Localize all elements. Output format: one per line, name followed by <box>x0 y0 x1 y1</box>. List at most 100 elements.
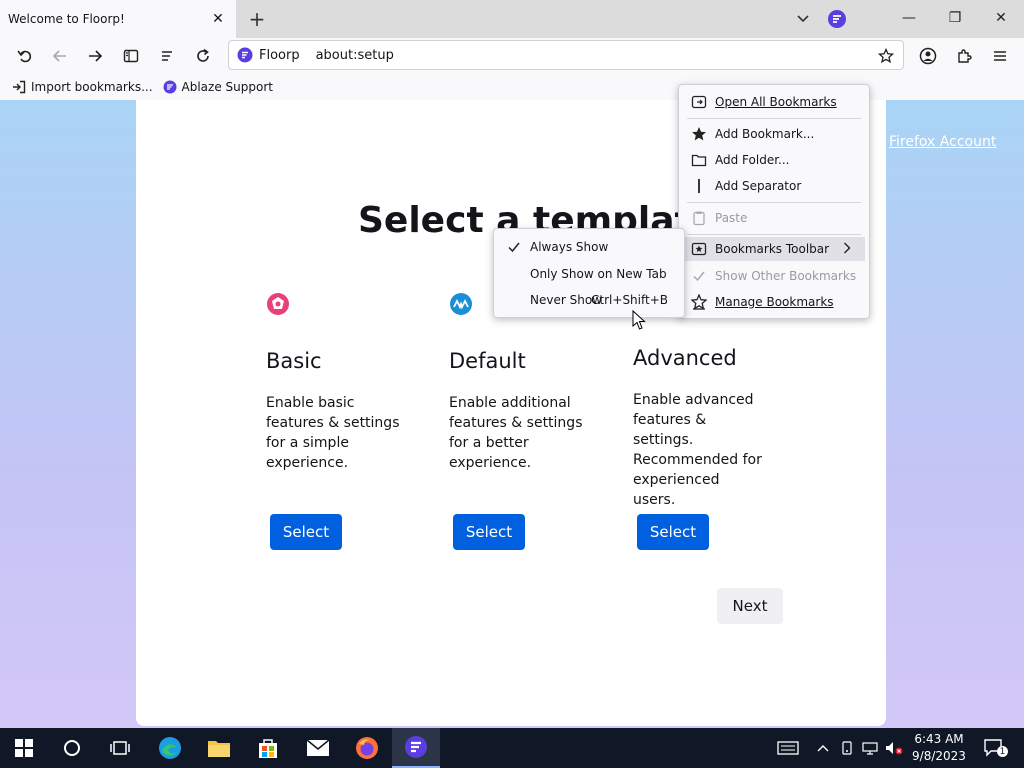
menu-item-label: Add Bookmark... <box>715 127 815 141</box>
menu-open-all-bookmarks[interactable]: Open All Bookmarks <box>683 90 865 114</box>
notification-count-badge: 1 <box>997 746 1008 757</box>
device-tray[interactable] <box>838 728 856 768</box>
menu-manage-bookmarks[interactable]: Manage Bookmarks <box>683 290 865 314</box>
menu-add-separator[interactable]: Add Separator <box>683 174 865 198</box>
menu-hamburger-icon[interactable] <box>985 41 1015 71</box>
menu-item-label: Bookmarks Toolbar <box>715 242 830 256</box>
submenu-never-show[interactable]: Never Show Ctrl+Shift+B <box>498 288 680 312</box>
floorp-app[interactable] <box>392 728 440 768</box>
menu-item-label: Add Separator <box>715 179 802 193</box>
clock-date: 9/8/2023 <box>912 749 966 763</box>
chevron-right-icon <box>843 242 851 257</box>
menu-paste: Paste <box>683 206 865 230</box>
bookmarks-toolbar-icon <box>691 241 707 257</box>
open-all-icon <box>691 94 707 110</box>
cortana-circle-icon <box>64 740 80 756</box>
next-button[interactable]: Next <box>717 588 783 624</box>
show-hidden-icons[interactable] <box>814 728 832 768</box>
check-icon <box>691 268 707 284</box>
tree-style-tab-icon[interactable] <box>152 41 182 71</box>
submenu-always-show[interactable]: Always Show <box>498 235 680 259</box>
edge-app[interactable] <box>146 728 194 768</box>
bookmarks-toolbar: Import bookmarks... Ablaze Support <box>0 74 1024 100</box>
template-default: Default Enable additional features & set… <box>449 292 599 473</box>
tab-title: Welcome to Floorp! <box>8 12 125 26</box>
bookmarks-menu: Open All Bookmarks Add Bookmark... Add F… <box>678 84 870 319</box>
default-template-icon <box>450 293 472 315</box>
extensions-icon[interactable] <box>949 41 979 71</box>
list-all-tabs-icon[interactable] <box>792 8 814 30</box>
task-view-button[interactable] <box>96 728 144 768</box>
restore-button[interactable]: ❐ <box>932 0 978 36</box>
url-bar[interactable]: Floorp about:setup <box>228 40 904 70</box>
menu-item-label: Show Other Bookmarks <box>715 269 857 283</box>
tab-welcome[interactable]: Welcome to Floorp! ✕ <box>0 0 236 38</box>
tab-strip: Welcome to Floorp! ✕ + — ❐ ✕ <box>0 0 1024 38</box>
bookmark-import[interactable]: Import bookmarks... <box>12 80 153 94</box>
start-button[interactable] <box>0 728 48 768</box>
menu-item-label: Manage Bookmarks <box>715 295 834 309</box>
floorp-logo-icon[interactable] <box>827 9 847 29</box>
select-basic-button[interactable]: Select <box>270 514 342 550</box>
volume-tray[interactable] <box>884 728 904 768</box>
forward-icon[interactable] <box>80 41 110 71</box>
account-icon[interactable] <box>913 41 943 71</box>
windows-logo-icon <box>15 739 33 757</box>
reload-icon[interactable] <box>188 41 218 71</box>
menu-separator <box>687 118 861 119</box>
back-icon[interactable] <box>45 41 75 71</box>
bookmark-ablaze-support[interactable]: Ablaze Support <box>163 80 273 94</box>
submenu-only-new-tab[interactable]: Only Show on New Tab <box>498 262 680 286</box>
template-title: Advanced <box>633 346 737 370</box>
star-icon <box>691 126 707 142</box>
windows-taskbar: 6:43 AM 9/8/2023 1 <box>0 728 1024 768</box>
clock-time: 6:43 AM <box>914 732 964 746</box>
template-description: Enable basic features & settings for a s… <box>266 395 400 471</box>
paste-icon <box>691 210 707 226</box>
menu-separator <box>687 202 861 203</box>
bookmarks-toolbar-submenu: Always Show Only Show on New Tab Never S… <box>493 228 685 318</box>
identity-box[interactable]: Floorp <box>237 47 300 63</box>
select-advanced-button[interactable]: Select <box>637 514 709 550</box>
separator-icon <box>691 178 707 194</box>
folder-icon <box>208 741 230 757</box>
menu-add-folder[interactable]: Add Folder... <box>683 148 865 172</box>
sidebar-icon[interactable] <box>116 41 146 71</box>
firefox-app[interactable] <box>343 728 391 768</box>
file-explorer-app[interactable] <box>195 728 243 768</box>
bookmark-star-icon[interactable] <box>875 45 897 67</box>
task-view-icon <box>110 741 130 755</box>
folder-icon <box>691 152 707 168</box>
search-button[interactable] <box>48 728 96 768</box>
bookmark-label: Ablaze Support <box>181 80 273 94</box>
firefox-account-link[interactable]: Firefox Account <box>889 134 996 150</box>
template-description: Enable additional features & settings fo… <box>449 395 583 471</box>
input-indicator[interactable] <box>774 728 802 768</box>
network-tray[interactable] <box>860 728 880 768</box>
system-clock[interactable]: 6:43 AM 9/8/2023 <box>906 731 972 765</box>
volume-muted-icon <box>886 742 903 755</box>
url-text[interactable]: about:setup <box>316 48 394 63</box>
select-default-button[interactable]: Select <box>453 514 525 550</box>
minimize-button[interactable]: — <box>886 0 932 36</box>
undo-close-tab-icon[interactable] <box>10 41 40 71</box>
menu-separator <box>687 234 861 235</box>
check-icon <box>506 239 522 255</box>
device-icon <box>842 741 852 755</box>
close-window-button[interactable]: ✕ <box>978 0 1024 36</box>
mail-app[interactable] <box>294 728 342 768</box>
close-tab-icon[interactable]: ✕ <box>206 7 230 31</box>
menu-item-label: Add Folder... <box>715 153 790 167</box>
page-content: Select a template Basic Enable basic fea… <box>0 100 1024 728</box>
menu-bookmarks-toolbar[interactable]: Bookmarks Toolbar <box>683 237 865 261</box>
edge-icon <box>159 737 181 759</box>
template-basic: Basic Enable basic features & settings f… <box>266 292 416 473</box>
floorp-icon <box>405 736 427 758</box>
store-app[interactable] <box>244 728 292 768</box>
template-title: Basic <box>266 349 322 373</box>
menu-add-bookmark[interactable]: Add Bookmark... <box>683 122 865 146</box>
notification-center[interactable]: 1 <box>978 728 1010 768</box>
manage-icon <box>691 294 707 310</box>
identity-label: Floorp <box>259 47 300 63</box>
new-tab-button[interactable]: + <box>246 7 268 31</box>
